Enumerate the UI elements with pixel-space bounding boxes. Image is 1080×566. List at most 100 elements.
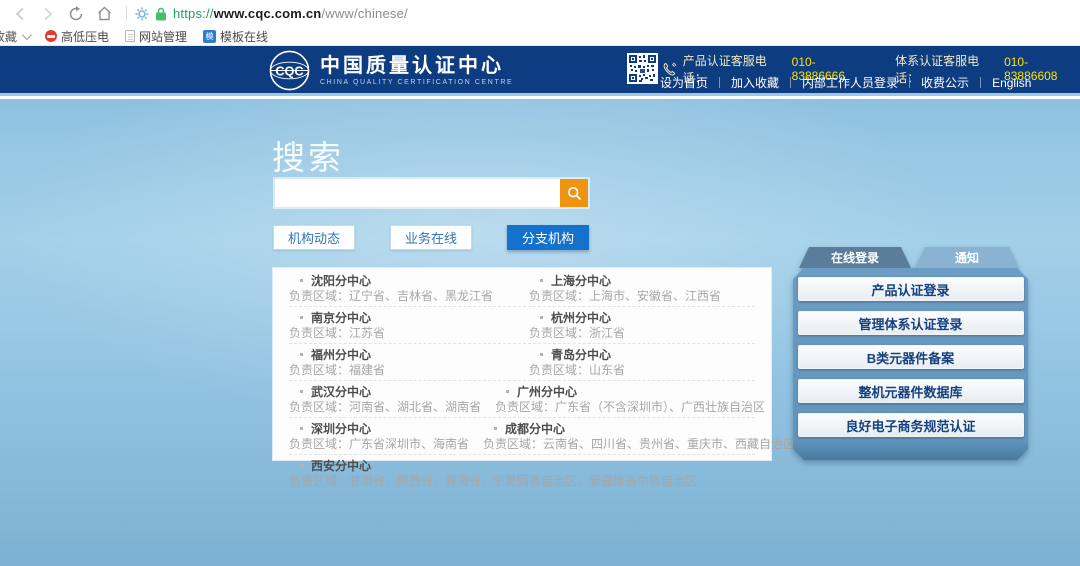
bullet-icon bbox=[300, 279, 303, 282]
branch-name[interactable]: 武汉分中心 bbox=[311, 383, 371, 400]
forward-icon bbox=[43, 7, 53, 21]
forward-button[interactable] bbox=[36, 4, 60, 24]
branch-region: 负责区域：福建省 bbox=[289, 362, 515, 378]
login-panel-tabs: 在线登录 通知 bbox=[793, 247, 1028, 268]
branch-item: 上海分中心 负责区域：上海市、安徽省、江西省 bbox=[529, 273, 755, 304]
tab-branch-offices[interactable]: 分支机构 bbox=[507, 225, 589, 250]
branch-region: 负责区域：山东省 bbox=[529, 362, 755, 378]
refresh-icon bbox=[68, 6, 84, 22]
branch-item: 西安分中心 负责区域：甘肃省、陕西省、青海省、宁夏回族自治区、新疆维吾尔族自治区 bbox=[289, 458, 755, 489]
link-divider bbox=[980, 77, 981, 88]
tab-notice[interactable]: 通知 bbox=[915, 247, 1019, 268]
branch-region: 负责区域：云南省、四川省、贵州省、重庆市、西藏自治区 bbox=[483, 436, 795, 452]
machine-component-database-button[interactable]: 整机元器件数据库 bbox=[798, 379, 1024, 403]
tab-online-business[interactable]: 业务在线 bbox=[390, 225, 472, 250]
branch-region: 负责区域：甘肃省、陕西省、青海省、宁夏回族自治区、新疆维吾尔族自治区 bbox=[289, 473, 755, 489]
branch-name[interactable]: 杭州分中心 bbox=[551, 309, 611, 326]
branch-name[interactable]: 沈阳分中心 bbox=[311, 272, 371, 289]
url-host: www.cqc.com.cn bbox=[214, 6, 322, 21]
secure-lock-icon bbox=[155, 7, 167, 21]
bookmarks-folder-label: 收藏 bbox=[0, 28, 17, 45]
link-divider bbox=[719, 77, 720, 88]
link-english[interactable]: English bbox=[992, 76, 1031, 90]
branch-name[interactable]: 成都分中心 bbox=[505, 420, 565, 437]
branch-name[interactable]: 西安分中心 bbox=[311, 457, 371, 474]
site-title: 中国质量认证中心 bbox=[320, 55, 513, 77]
link-divider bbox=[790, 77, 791, 88]
link-add-favorite[interactable]: 加入收藏 bbox=[731, 74, 779, 91]
bookmark-gaodiyadian[interactable]: 高低压电 bbox=[45, 28, 109, 45]
site-header: CQC 中国质量认证中心 CHINA QUALITY CERTIFICATION… bbox=[0, 46, 1080, 96]
url-text: https://www.cqc.com.cn/www/chinese/ bbox=[173, 6, 408, 21]
branch-region: 负责区域：江苏省 bbox=[289, 325, 515, 341]
chrome-divider bbox=[126, 6, 127, 21]
branch-row: 深圳分中心 负责区域：广东省深圳市、海南省 成都分中心 负责区域：云南省、四川省… bbox=[289, 418, 755, 455]
home-icon bbox=[96, 6, 113, 21]
link-fee-publicity[interactable]: 收费公示 bbox=[921, 74, 969, 91]
management-system-cert-login-button[interactable]: 管理体系认证登录 bbox=[798, 311, 1024, 335]
bullet-icon bbox=[540, 316, 543, 319]
branch-name[interactable]: 南京分中心 bbox=[311, 309, 371, 326]
link-divider bbox=[909, 77, 910, 88]
b-class-component-filing-button[interactable]: B类元器件备案 bbox=[798, 345, 1024, 369]
branch-item: 福州分中心 负责区域：福建省 bbox=[289, 347, 515, 378]
branch-region: 负责区域：广东省（不含深圳市）、广西壮族自治区 bbox=[495, 399, 765, 415]
bookmark-favicon-blue: 模 bbox=[203, 30, 216, 43]
branch-name[interactable]: 福州分中心 bbox=[311, 346, 371, 363]
search-box bbox=[273, 177, 590, 209]
cqc-logo-icon: CQC bbox=[268, 49, 311, 92]
site-logo[interactable]: CQC 中国质量认证中心 CHINA QUALITY CERTIFICATION… bbox=[268, 49, 513, 92]
bullet-icon bbox=[300, 316, 303, 319]
bookmark-label: 高低压电 bbox=[61, 28, 109, 45]
browser-nav-row: https://www.cqc.com.cn/www/chinese/ bbox=[0, 0, 1080, 27]
branch-name[interactable]: 广州分中心 bbox=[517, 383, 577, 400]
branch-region: 负责区域：辽宁省、吉林省、黑龙江省 bbox=[289, 288, 515, 304]
branch-item: 武汉分中心 负责区域：河南省、湖北省、湖南省 bbox=[289, 384, 481, 415]
section-tabs: 机构动态 业务在线 分支机构 bbox=[273, 225, 589, 250]
branch-item: 成都分中心 负责区域：云南省、四川省、贵州省、重庆市、西藏自治区 bbox=[483, 421, 795, 452]
branch-row: 福州分中心 负责区域：福建省 青岛分中心 负责区域：山东省 bbox=[289, 344, 755, 381]
bullet-icon bbox=[300, 464, 303, 467]
product-cert-login-button[interactable]: 产品认证登录 bbox=[798, 277, 1024, 301]
address-bar[interactable]: https://www.cqc.com.cn/www/chinese/ bbox=[135, 6, 408, 21]
url-scheme: https:// bbox=[173, 6, 214, 21]
tab-online-login[interactable]: 在线登录 bbox=[799, 247, 911, 268]
home-button[interactable] bbox=[92, 4, 116, 24]
branches-panel: 沈阳分中心 负责区域：辽宁省、吉林省、黑龙江省 上海分中心 负责区域：上海市、安… bbox=[272, 267, 772, 461]
branch-region: 负责区域：河南省、湖北省、湖南省 bbox=[289, 399, 481, 415]
page-settings-icon bbox=[135, 7, 149, 21]
branch-item: 南京分中心 负责区域：江苏省 bbox=[289, 310, 515, 341]
refresh-button[interactable] bbox=[64, 4, 88, 24]
bookmarks-folder[interactable]: 收藏 bbox=[0, 28, 29, 45]
branch-row: 南京分中心 负责区域：江苏省 杭州分中心 负责区域：浙江省 bbox=[289, 307, 755, 344]
back-icon bbox=[15, 7, 25, 21]
main-content: 搜索 机构动态 业务在线 分支机构 沈阳分中心 负责区域：辽宁省、吉林省、黑龙江… bbox=[0, 99, 1080, 566]
site-title-block: 中国质量认证中心 CHINA QUALITY CERTIFICATION CEN… bbox=[320, 55, 513, 86]
chevron-down-icon bbox=[22, 30, 32, 40]
bookmark-label: 模板在线 bbox=[220, 28, 268, 45]
link-staff-login[interactable]: 内部工作人员登录 bbox=[802, 74, 898, 91]
site-subtitle: CHINA QUALITY CERTIFICATION CENTRE bbox=[320, 79, 513, 86]
bookmarks-bar: 收藏 高低压电 网站管理 模 模板在线 bbox=[0, 27, 1080, 45]
branch-name[interactable]: 青岛分中心 bbox=[551, 346, 611, 363]
bookmark-site-admin[interactable]: 网站管理 bbox=[125, 28, 187, 45]
ecommerce-standard-cert-button[interactable]: 良好电子商务规范认证 bbox=[798, 413, 1024, 437]
back-button[interactable] bbox=[8, 4, 32, 24]
login-panel: 在线登录 通知 产品认证登录 管理体系认证登录 B类元器件备案 整机元器件数据库… bbox=[793, 247, 1028, 460]
login-panel-body: 产品认证登录 管理体系认证登录 B类元器件备案 整机元器件数据库 良好电子商务规… bbox=[793, 268, 1028, 460]
bullet-icon bbox=[300, 353, 303, 356]
tab-agency-news[interactable]: 机构动态 bbox=[273, 225, 355, 250]
branch-name[interactable]: 深圳分中心 bbox=[311, 420, 371, 437]
search-input[interactable] bbox=[275, 179, 560, 207]
url-path: /www/chinese/ bbox=[321, 6, 407, 21]
branch-item: 深圳分中心 负责区域：广东省深圳市、海南省 bbox=[289, 421, 469, 452]
link-set-homepage[interactable]: 设为首页 bbox=[660, 74, 708, 91]
search-icon bbox=[567, 186, 582, 201]
branch-item: 广州分中心 负责区域：广东省（不含深圳市）、广西壮族自治区 bbox=[495, 384, 765, 415]
branch-item: 沈阳分中心 负责区域：辽宁省、吉林省、黑龙江省 bbox=[289, 273, 515, 304]
bookmark-template-online[interactable]: 模 模板在线 bbox=[203, 28, 268, 45]
branch-row: 西安分中心 负责区域：甘肃省、陕西省、青海省、宁夏回族自治区、新疆维吾尔族自治区 bbox=[289, 455, 755, 491]
header-links: 设为首页 加入收藏 内部工作人员登录 收费公示 English bbox=[660, 74, 1031, 91]
search-button[interactable] bbox=[560, 179, 588, 207]
branch-name[interactable]: 上海分中心 bbox=[551, 272, 611, 289]
